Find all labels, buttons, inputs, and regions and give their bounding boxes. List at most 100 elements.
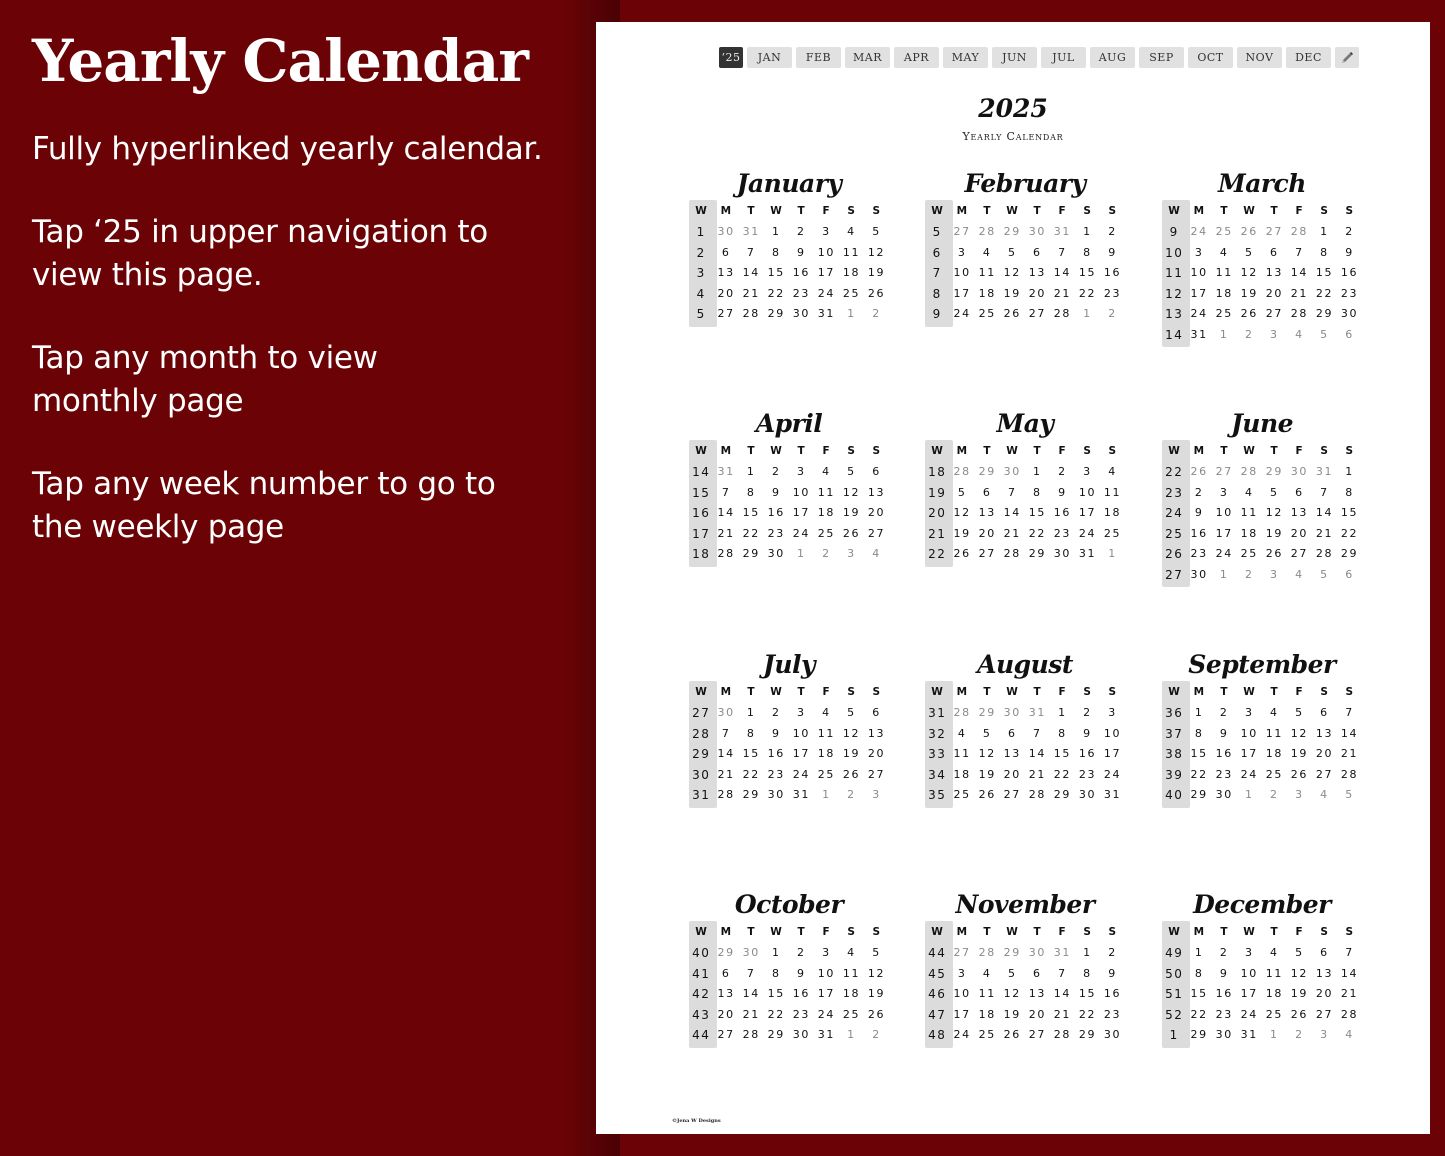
week-number-link[interactable]: 40 [1162,785,1187,806]
nav-month-jan[interactable]: JAN [747,47,792,68]
nav-month-nov[interactable]: NOV [1237,47,1282,68]
month-name-link[interactable]: April [689,407,889,440]
nav-month-may[interactable]: MAY [943,47,988,68]
day-cell: 9 [1219,966,1229,980]
week-number-link[interactable]: 14 [689,462,714,483]
week-number-link[interactable]: 10 [1162,243,1187,264]
nav-month-mar[interactable]: MAR [845,47,890,68]
week-number-link[interactable]: 16 [689,503,714,524]
month-name-link[interactable]: February [925,167,1125,200]
week-number-link[interactable]: 45 [925,964,950,985]
nav-month-aug[interactable]: AUG [1090,47,1135,68]
week-number-link[interactable]: 19 [925,483,950,504]
nav-month-feb[interactable]: FEB [796,47,841,68]
week-number-link[interactable]: 24 [1162,503,1187,524]
week-number-link[interactable]: 36 [1162,703,1187,724]
week-number-link[interactable]: 33 [925,744,950,765]
week-number-link[interactable]: 48 [925,1025,950,1046]
week-number-link[interactable]: 40 [689,943,714,964]
week-number-link[interactable]: 12 [1162,284,1187,305]
day-cell: 1 [1194,946,1204,959]
nav-month-dec[interactable]: DEC [1286,47,1331,68]
week-number-link[interactable]: 17 [689,524,714,545]
week-number-link[interactable]: 6 [925,243,950,264]
day-cell: 15 [767,987,785,1000]
week-number-link[interactable]: 14 [1162,325,1187,346]
week-number-link[interactable]: 38 [1162,744,1187,765]
week-number-link[interactable]: 44 [689,1025,714,1046]
nav-month-apr[interactable]: APR [894,47,939,68]
week-number-link[interactable]: 11 [1162,263,1187,284]
week-number-link[interactable]: 2 [689,243,714,264]
week-number-link[interactable]: 13 [1162,304,1187,325]
nav-year-button[interactable]: ‘25 [719,47,743,68]
week-number-link[interactable]: 4 [689,284,714,305]
day-cell: 22 [1340,526,1359,540]
day-cell: 8 [1345,485,1354,499]
week-number-link[interactable]: 27 [689,703,714,724]
week-number-link[interactable]: 18 [689,544,714,565]
week-number-link[interactable]: 21 [925,524,950,545]
nav-month-sep[interactable]: SEP [1139,47,1184,68]
week-number-link[interactable]: 26 [1162,544,1187,565]
nav-month-oct[interactable]: OCT [1188,47,1233,68]
week-number-link[interactable]: 18 [925,462,950,483]
week-number-link[interactable]: 5 [689,304,714,325]
week-number-link[interactable]: 8 [925,284,950,305]
nav-month-jul[interactable]: JUL [1041,47,1086,68]
week-number-link[interactable]: 28 [689,724,714,745]
month-name-link[interactable]: June [1162,407,1362,440]
month-name-link[interactable]: August [925,648,1125,681]
week-number-link[interactable]: 31 [925,703,950,724]
day-cell: 29 [1315,307,1334,320]
week-number-link[interactable]: 32 [925,724,950,745]
week-number-link[interactable]: 31 [689,785,714,806]
week-number-link[interactable]: 50 [1162,964,1187,985]
week-number-link[interactable]: 3 [689,263,714,284]
week-number-link[interactable]: 23 [1162,483,1187,504]
week-number-link[interactable]: 1 [689,222,714,243]
day-cell: 23 [1215,1007,1233,1021]
month-name-link[interactable]: March [1162,167,1362,200]
week-number-link[interactable]: 7 [925,263,950,284]
notes-button[interactable] [1335,47,1359,68]
week-number-link[interactable]: 41 [689,964,714,985]
week-number-link[interactable]: 47 [925,1005,950,1026]
week-number-link[interactable]: 35 [925,785,950,806]
week-number-link[interactable]: 37 [1162,724,1187,745]
week-number-link[interactable]: 43 [689,1005,714,1026]
day-cell: 29 [1078,1028,1097,1041]
week-number-link[interactable]: 51 [1162,984,1187,1005]
month-name-link[interactable]: October [689,888,889,921]
week-number-link[interactable]: 15 [689,483,714,504]
week-number-header: W [695,926,708,938]
week-number-link[interactable]: 1 [1162,1025,1187,1046]
week-number-link[interactable]: 44 [925,943,950,964]
weekday-header: F [1058,445,1067,457]
week-number-link[interactable]: 30 [689,765,714,786]
week-number-link[interactable]: 52 [1162,1005,1187,1026]
week-number-link[interactable]: 22 [1162,462,1187,483]
week-number-link[interactable]: 34 [925,765,950,786]
month-name-link[interactable]: January [689,167,889,200]
week-number-link[interactable]: 20 [925,503,950,524]
month-name-link[interactable]: July [689,648,889,681]
week-number-link[interactable]: 25 [1162,524,1187,545]
week-number-link[interactable]: 49 [1162,943,1187,964]
month-name-link[interactable]: November [925,888,1125,921]
week-number-link[interactable]: 27 [1162,565,1187,586]
week-number-link[interactable]: 42 [689,984,714,1005]
week-number-link[interactable]: 29 [689,744,714,765]
week-number-link[interactable]: 9 [925,304,950,325]
week-number-link[interactable]: 46 [925,984,950,1005]
month-name-link[interactable]: September [1162,648,1362,681]
adjacent-month-day: 31 [1315,465,1334,478]
week-number-link[interactable]: 9 [1162,222,1187,243]
day-cell: 25 [842,1007,861,1021]
month-name-link[interactable]: May [925,407,1125,440]
week-number-link[interactable]: 39 [1162,765,1187,786]
nav-month-jun[interactable]: JUN [992,47,1037,68]
month-name-link[interactable]: December [1162,888,1362,921]
week-number-link[interactable]: 22 [925,544,950,565]
week-number-link[interactable]: 5 [925,222,950,243]
